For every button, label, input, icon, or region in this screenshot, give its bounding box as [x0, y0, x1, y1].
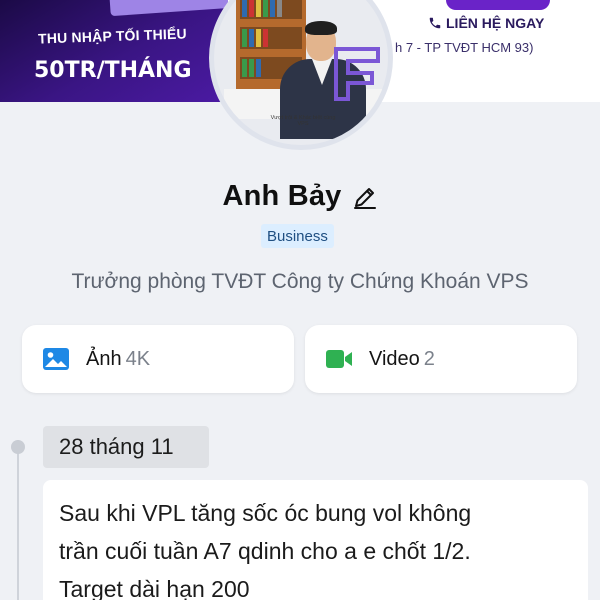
- videos-card[interactable]: Video 2: [305, 325, 577, 393]
- contact-label: LIÊN HỆ NGAY: [446, 15, 545, 31]
- person-hair-graphic: [305, 21, 337, 35]
- videos-count: 2: [423, 347, 435, 370]
- post-text: Sau khi VPL tăng sốc óc bung vol không t…: [59, 500, 472, 600]
- photos-count: 4K: [125, 347, 151, 370]
- post-card[interactable]: Sau khi VPL tăng sốc óc bung vol không t…: [43, 480, 588, 600]
- timeline-dot: [11, 440, 25, 454]
- date-chip: 28 tháng 11: [43, 426, 209, 468]
- business-badge: Business: [261, 224, 334, 248]
- promo-tagline: THU NHẬP TỐI THIỂU: [37, 25, 188, 47]
- pencil-icon[interactable]: [352, 184, 378, 210]
- image-icon: [43, 348, 69, 370]
- photos-label: Ảnh: [86, 347, 122, 370]
- promo-decoration: [109, 0, 228, 17]
- cta-pill: [446, 0, 550, 10]
- contact-subtext: h 7 - TP TVĐT HCM 93): [395, 40, 534, 55]
- avatar[interactable]: Vượt trội & Khác biệt cùng VPS: [209, 0, 393, 150]
- videos-label: Video: [369, 347, 420, 370]
- profile-name-row: Anh Bảy: [0, 180, 600, 213]
- vps-logo-icon: [334, 47, 380, 101]
- phone-icon: [429, 17, 441, 29]
- avatar-photo: Vượt trội & Khác biệt cùng VPS: [214, 0, 388, 145]
- promo-banner: THU NHẬP TỐI THIỂU 50TR/THÁNG: [0, 0, 228, 102]
- video-camera-icon: [326, 350, 352, 368]
- profile-title: Trưởng phòng TVĐT Công ty Chứng Khoán VP…: [71, 270, 529, 293]
- contact-cta: LIÊN HỆ NGAY: [428, 15, 544, 31]
- timeline-line: [17, 440, 19, 600]
- photos-card[interactable]: Ảnh 4K: [22, 325, 294, 393]
- avatar-caption: Vượt trội & Khác biệt cùng VPS: [270, 115, 336, 128]
- promo-amount: 50TR/THÁNG: [34, 58, 192, 83]
- profile-name: Anh Bảy: [222, 180, 342, 212]
